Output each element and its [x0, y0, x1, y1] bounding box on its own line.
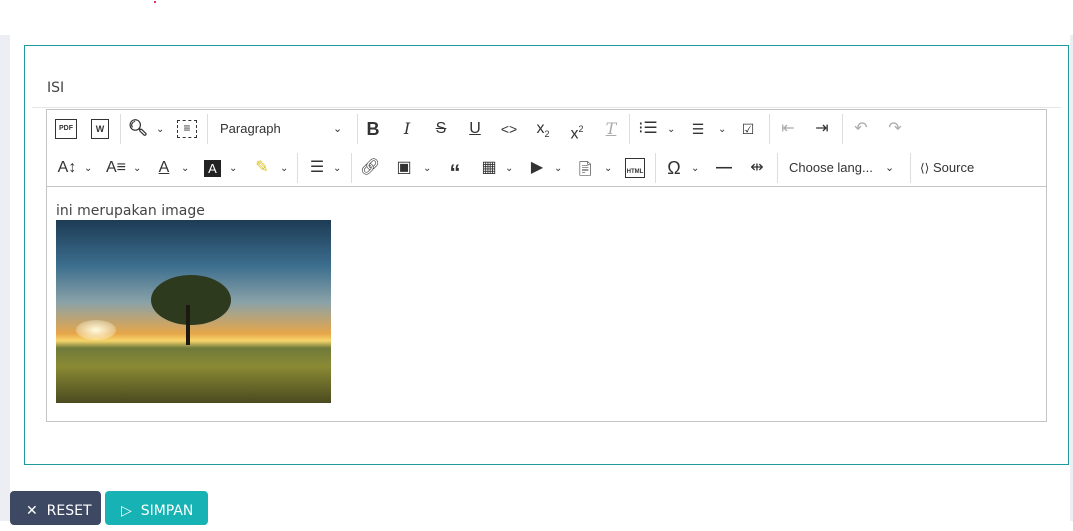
- remove-format-icon[interactable]: T: [600, 117, 622, 141]
- image-icon[interactable]: ▣: [394, 156, 414, 180]
- bulleted-list-icon[interactable]: ⁝☰: [638, 117, 658, 141]
- source-label: Source: [933, 160, 975, 175]
- chevron-down-icon[interactable]: ⌄: [718, 117, 726, 141]
- paragraph-label: Paragraph: [220, 121, 281, 136]
- font-family-icon[interactable]: A≡: [105, 156, 127, 180]
- chevron-down-icon[interactable]: ⌄: [133, 156, 141, 180]
- page-break-icon[interactable]: ⇹: [747, 156, 767, 180]
- select-all-icon[interactable]: ≡: [177, 120, 197, 138]
- chevron-down-icon[interactable]: ⌄: [691, 156, 699, 180]
- indent-icon[interactable]: ⇥: [812, 117, 832, 141]
- chevron-down-icon[interactable]: ⌄: [505, 156, 513, 180]
- source-icon: ⟨⟩: [920, 161, 930, 175]
- link-icon[interactable]: 🔗︎: [360, 156, 380, 180]
- chevron-down-icon[interactable]: ⌄: [229, 156, 237, 180]
- chevron-down-icon[interactable]: ⌄: [156, 117, 164, 141]
- todo-list-icon[interactable]: ☑: [738, 117, 758, 141]
- editor-toolbar: PDF W 🔍︎ ⌄ ≡ Paragraph ⌄ B I S U <> x2 x2…: [47, 110, 1046, 187]
- play-icon: ▷: [121, 503, 132, 519]
- bold-icon[interactable]: B: [363, 117, 383, 141]
- font-color-icon[interactable]: A: [154, 156, 174, 180]
- close-icon: ✕: [26, 503, 38, 519]
- italic-icon[interactable]: I: [397, 117, 417, 141]
- outdent-icon[interactable]: ⇤: [778, 117, 798, 141]
- font-size-icon[interactable]: A↕: [55, 156, 79, 180]
- source-button[interactable]: ⟨⟩ Source: [920, 156, 990, 180]
- code-block-icon[interactable]: 📄︎: [575, 156, 595, 180]
- chevron-down-icon[interactable]: ⌄: [604, 156, 612, 180]
- blockquote-icon[interactable]: “: [445, 156, 465, 185]
- redo-icon[interactable]: ↷: [885, 117, 905, 141]
- landscape-image[interactable]: [56, 220, 331, 403]
- align-left-icon[interactable]: ☰: [307, 156, 327, 180]
- chevron-down-icon[interactable]: ⌄: [181, 156, 189, 180]
- strikethrough-icon[interactable]: S: [431, 117, 451, 141]
- chevron-down-icon[interactable]: ⌄: [333, 156, 341, 180]
- table-icon[interactable]: ▦: [479, 156, 499, 180]
- save-button[interactable]: ▷ SIMPAN: [105, 491, 208, 525]
- save-label: SIMPAN: [140, 503, 194, 519]
- underline-icon[interactable]: U: [465, 117, 485, 141]
- special-characters-icon[interactable]: Ω: [664, 156, 684, 180]
- chevron-down-icon[interactable]: ⌄: [423, 156, 431, 180]
- highlight-icon[interactable]: ✎: [252, 156, 272, 180]
- chevron-down-icon[interactable]: ⌄: [280, 156, 288, 180]
- paragraph-dropdown[interactable]: Paragraph ⌄: [220, 117, 350, 141]
- find-replace-icon[interactable]: 🔍︎: [127, 117, 149, 141]
- reset-button[interactable]: ✕ RESET: [10, 491, 101, 525]
- chevron-down-icon: ⌄: [885, 162, 895, 174]
- numbered-list-icon[interactable]: ☰: [688, 117, 708, 141]
- reset-label: RESET: [46, 503, 92, 519]
- language-label: Choose lang...: [789, 160, 873, 175]
- code-icon[interactable]: <>: [499, 117, 519, 141]
- media-embed-icon[interactable]: ▶: [527, 156, 547, 180]
- editor-text[interactable]: ini merupakan image: [56, 203, 205, 219]
- rich-text-editor: PDF W 🔍︎ ⌄ ≡ Paragraph ⌄ B I S U <> x2 x2…: [46, 109, 1047, 422]
- divider: [32, 107, 1061, 108]
- sidebar-strip: [0, 35, 10, 521]
- chevron-down-icon[interactable]: ⌄: [84, 156, 92, 180]
- chevron-down-icon[interactable]: ⌄: [554, 156, 562, 180]
- superscript-icon[interactable]: x2: [566, 117, 588, 142]
- export-word-button[interactable]: W: [91, 119, 109, 139]
- html-embed-button[interactable]: HTML: [625, 158, 645, 178]
- isi-label: ISI: [47, 80, 65, 96]
- background-color-icon[interactable]: A: [204, 160, 221, 177]
- chevron-down-icon: ⌄: [333, 123, 343, 135]
- subscript-icon[interactable]: x2: [532, 117, 554, 141]
- export-pdf-button[interactable]: PDF: [55, 119, 77, 139]
- undo-icon[interactable]: ↶: [851, 117, 871, 141]
- required-marker: [154, 1, 156, 3]
- language-dropdown[interactable]: Choose lang... ⌄: [789, 156, 899, 180]
- horizontal-line-icon[interactable]: —: [714, 156, 734, 180]
- chevron-down-icon[interactable]: ⌄: [667, 117, 675, 141]
